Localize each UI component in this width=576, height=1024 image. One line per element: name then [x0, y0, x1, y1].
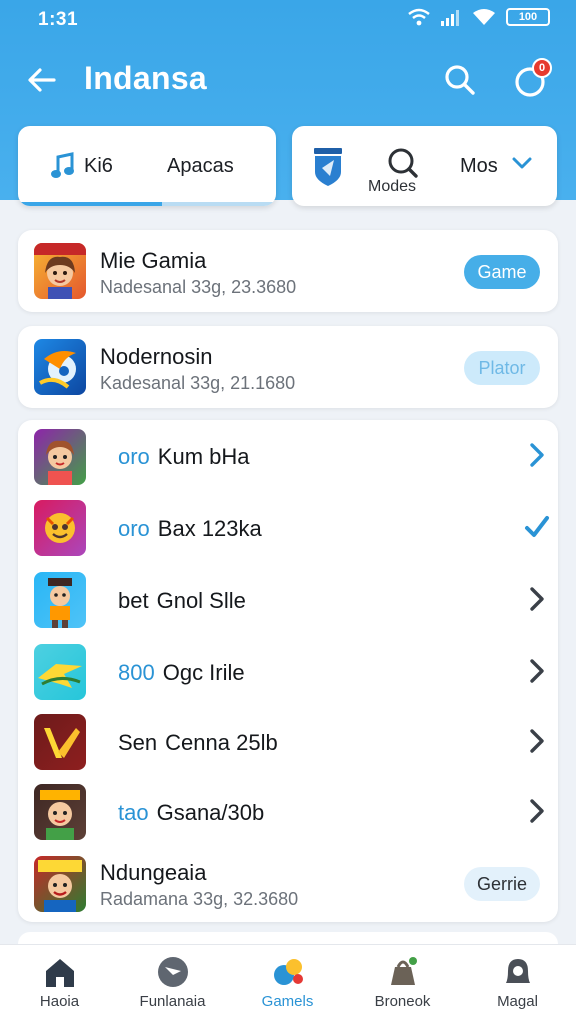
- tab-ki6[interactable]: Ki6: [84, 155, 113, 178]
- nav-item-games[interactable]: Gamels: [230, 945, 345, 1024]
- nav-label: Magal: [497, 993, 538, 1010]
- item-title: Ndungeaia: [100, 860, 207, 885]
- nav-item-home[interactable]: Haoia: [2, 945, 117, 1024]
- gerrie-button[interactable]: Gerrie: [464, 867, 540, 901]
- compass-icon: [158, 957, 188, 987]
- list-item-name: Bax 123ka: [157, 516, 262, 541]
- signal-icon: [441, 10, 459, 26]
- wifi-icon: [408, 8, 430, 26]
- list-item-prefix: oro: [118, 444, 150, 469]
- tab-bar: Ki6 Apacas: [18, 126, 276, 206]
- status-icons: 100: [408, 8, 550, 26]
- nav-item-explore[interactable]: Funlanaia: [115, 945, 230, 1024]
- search-icon[interactable]: [440, 60, 480, 100]
- item-subtitle: Nadesanal 33g, 23.3680: [100, 277, 297, 297]
- list-item-label: oro Kum bHa: [118, 444, 250, 470]
- list-item-name: Kum bHa: [157, 444, 250, 469]
- tab-indicator-track: [162, 202, 276, 206]
- game-list: oro Kum bHa oro Bax 123ka bet Gnol Slle …: [18, 420, 558, 922]
- bell-icon: [506, 959, 530, 983]
- status-time: 1:31: [38, 9, 79, 30]
- app-icon: [34, 644, 86, 700]
- game-button[interactable]: Game: [464, 255, 540, 289]
- status-bar: 1:31 100: [0, 0, 576, 40]
- list-item-prefix: tao: [118, 800, 149, 825]
- app-icon-mie-gamia: [34, 243, 86, 299]
- featured-item-2[interactable]: Nodernosin Kadesanal 33g, 21.1680 Plator: [18, 326, 558, 408]
- nav-item-store[interactable]: Broneok: [345, 945, 460, 1024]
- app-icon: [34, 856, 86, 912]
- list-item-prefix: 800: [118, 660, 155, 685]
- nav-item-profile[interactable]: Magal: [460, 945, 575, 1024]
- featured-item-1[interactable]: Mie Gamia Nadesanal 33g, 23.3680 Game: [18, 230, 558, 312]
- list-item-label: 800 Ogc Irile: [118, 660, 245, 686]
- chevron-right-icon[interactable]: [524, 658, 550, 684]
- item-subtitle: Kadesanal 33g, 21.1680: [100, 373, 296, 393]
- list-item[interactable]: oro Bax 123ka: [18, 492, 558, 562]
- app-icon: [34, 714, 86, 770]
- list-item-name: Ogc Irile: [162, 660, 245, 685]
- modes-label: Modes: [368, 178, 417, 195]
- app-icon: [34, 429, 86, 485]
- list-item[interactable]: tao Gsana/30b: [18, 778, 558, 848]
- bottom-navigation: Haoia Funlanaia Gamels Broneok Magal: [0, 944, 576, 1024]
- list-item-label: oro Bax 123ka: [118, 516, 262, 542]
- nav-label: Funlanaia: [139, 993, 206, 1010]
- back-arrow-icon[interactable]: [24, 62, 60, 98]
- list-item-label: Sen Cenna 25lb: [118, 730, 278, 756]
- notification-badge: 0: [532, 58, 552, 78]
- games-icon: [274, 959, 303, 985]
- nav-label: Haoia: [39, 993, 80, 1010]
- mode-dropdown-label[interactable]: Mos: [460, 155, 498, 178]
- shield-icon[interactable]: [312, 146, 344, 188]
- list-item[interactable]: Ndungeaia Radamana 33g, 32.3680 Gerrie: [18, 850, 558, 922]
- app-bar: Indansa: [0, 52, 576, 108]
- list-item[interactable]: bet Gnol Slle: [18, 564, 558, 634]
- chevron-down-icon[interactable]: [512, 156, 532, 170]
- list-item-name: Gsana/30b: [156, 800, 265, 825]
- nav-label: Broneok: [374, 993, 431, 1010]
- chevron-right-icon[interactable]: [524, 728, 550, 754]
- checkmark-icon[interactable]: [524, 514, 550, 540]
- search-icon[interactable]: [386, 146, 420, 180]
- item-title: Mie Gamia: [100, 248, 207, 273]
- app-icon: [34, 500, 86, 556]
- item-subtitle: Radamana 33g, 32.3680: [100, 889, 299, 909]
- list-item-prefix: oro: [118, 516, 150, 541]
- home-icon: [46, 959, 74, 987]
- wifi-icon-2: [473, 9, 495, 25]
- tab-apacas[interactable]: Apacas: [167, 155, 234, 178]
- list-item[interactable]: Sen Cenna 25lb: [18, 708, 558, 778]
- chevron-right-icon[interactable]: [524, 586, 550, 612]
- app-icon: [34, 572, 86, 628]
- chevron-right-icon[interactable]: [524, 798, 550, 824]
- battery-level: 100: [518, 11, 538, 23]
- list-item-label: bet Gnol Slle: [118, 588, 246, 614]
- list-item-label: tao Gsana/30b: [118, 800, 264, 826]
- app-icon: [34, 784, 86, 840]
- list-item[interactable]: oro Kum bHa: [18, 420, 558, 490]
- list-item-name: Cenna 25lb: [165, 730, 278, 755]
- bag-icon: [391, 957, 417, 985]
- list-item-prefix: bet: [118, 588, 149, 613]
- nav-label: Gamels: [261, 993, 314, 1010]
- music-note-icon: [51, 152, 74, 178]
- page-title: Indansa: [84, 60, 208, 96]
- list-item[interactable]: 800 Ogc Irile: [18, 636, 558, 706]
- chevron-right-icon[interactable]: [524, 442, 550, 468]
- item-title: Nodernosin: [100, 344, 213, 369]
- app-icon-nodernosin: [34, 339, 86, 395]
- plator-button[interactable]: Plator: [464, 351, 540, 385]
- tab-indicator: [18, 202, 162, 206]
- filter-bar: Modes Mos: [292, 126, 557, 206]
- battery-icon: 100: [506, 8, 550, 26]
- list-item-prefix: Sen: [118, 730, 158, 755]
- list-item-name: Gnol Slle: [156, 588, 246, 613]
